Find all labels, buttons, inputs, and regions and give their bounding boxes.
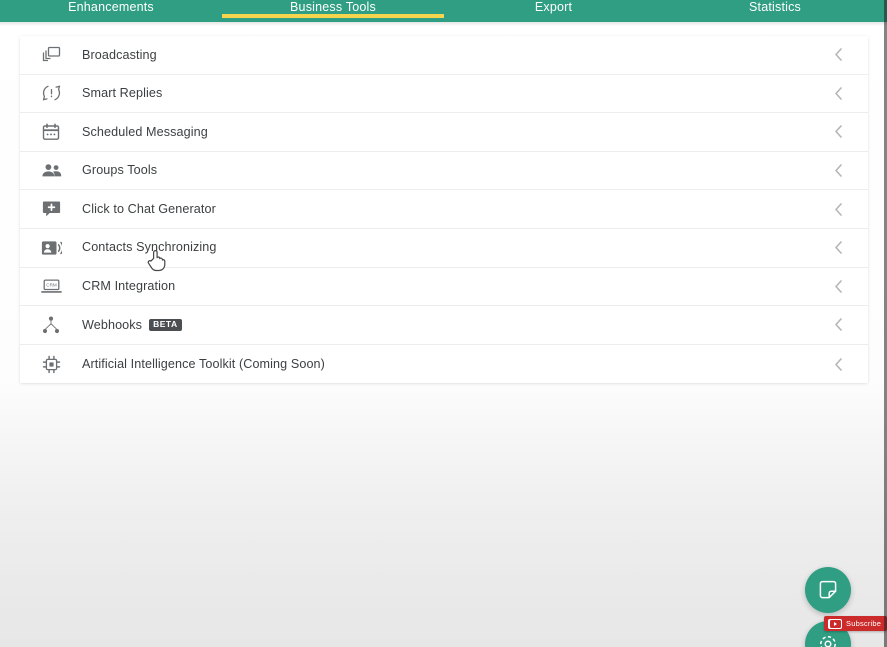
tab-bar-shadow	[0, 22, 887, 26]
list-item-label: Click to Chat Generator	[82, 201, 216, 216]
list-item-contacts-synchronizing[interactable]: Contacts Synchronizing	[20, 228, 868, 268]
youtube-icon	[828, 618, 842, 629]
list-item-label: Scheduled Messaging	[82, 124, 208, 139]
calendar-icon	[38, 121, 64, 143]
tab-label: Business Tools	[290, 0, 376, 14]
list-item-smart-replies[interactable]: Smart Replies	[20, 74, 868, 114]
list-item-ai-toolkit[interactable]: Artificial Intelligence Toolkit (Coming …	[20, 344, 868, 384]
chevron-left-icon[interactable]	[830, 278, 846, 294]
tab-indicator	[0, 14, 222, 18]
top-tab-bar: Business Tools Enhancements Export Stati…	[0, 0, 887, 22]
webhook-node-icon	[38, 314, 64, 336]
subscribe-label: Subscribe	[846, 619, 882, 628]
chevron-left-icon[interactable]	[830, 124, 846, 140]
smart-reply-icon	[38, 82, 64, 104]
sticker-button[interactable]	[805, 567, 851, 613]
tab-label: Statistics	[748, 0, 801, 14]
list-item-label: Webhooks	[82, 317, 143, 332]
tab-export[interactable]: Export	[444, 0, 663, 18]
tab-label: Enhancements	[68, 0, 154, 14]
chevron-left-icon[interactable]	[830, 85, 846, 101]
subscribe-badge[interactable]: Subscribe	[824, 616, 887, 631]
list-item-webhooks[interactable]: Webhooks BETA	[20, 306, 868, 345]
chevron-left-icon[interactable]	[830, 201, 846, 217]
laptop-crm-icon: CRM	[38, 275, 64, 297]
list-item-crm-integration[interactable]: CRM CRM Integration	[20, 267, 868, 307]
chevron-left-icon[interactable]	[830, 47, 846, 63]
active-tab-indicator	[222, 14, 444, 18]
tab-indicator	[444, 14, 663, 18]
chat-plus-icon	[38, 198, 64, 220]
chevron-left-icon[interactable]	[830, 356, 846, 372]
business-tools-list-card: Broadcasting Smart Replies Scheduled Mes…	[20, 36, 868, 384]
list-item-label: Contacts Synchronizing	[82, 240, 217, 255]
beta-badge: BETA	[149, 318, 182, 331]
chevron-left-icon[interactable]	[830, 163, 846, 179]
tab-business-tools[interactable]: Business Tools	[222, 0, 444, 18]
list-item-label: Broadcasting	[82, 47, 157, 62]
list-item-groups-tools[interactable]: Groups Tools	[20, 151, 868, 191]
list-item-label: Groups Tools	[82, 163, 158, 178]
list-item-broadcasting[interactable]: Broadcasting	[20, 36, 868, 75]
list-item-click-to-chat-generator[interactable]: Click to Chat Generator	[20, 190, 868, 229]
list-item-label: Smart Replies	[82, 86, 163, 101]
group-people-icon	[38, 160, 64, 182]
tab-enhancements[interactable]: Enhancements	[0, 0, 222, 18]
tab-label: Export	[534, 0, 573, 14]
svg-text:CRM: CRM	[46, 283, 57, 288]
list-item-label: CRM Integration	[82, 279, 176, 294]
ai-chip-icon	[38, 353, 64, 375]
list-item-label: Artificial Intelligence Toolkit (Coming …	[82, 356, 325, 371]
tab-statistics[interactable]: Statistics	[663, 0, 887, 18]
tab-indicator	[663, 14, 887, 18]
chevron-left-icon[interactable]	[830, 317, 846, 333]
contact-card-icon	[38, 237, 64, 259]
chevron-left-icon[interactable]	[830, 240, 846, 256]
sticker-icon	[817, 579, 839, 601]
list-item-scheduled-messaging[interactable]: Scheduled Messaging	[20, 113, 868, 152]
settings-gear-icon	[817, 633, 839, 647]
broadcast-icon	[38, 44, 64, 66]
